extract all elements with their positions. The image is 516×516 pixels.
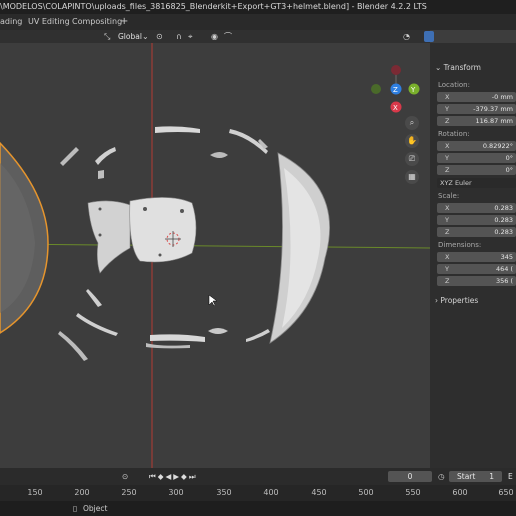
- timeline-ruler[interactable]: 150 200 250 300 350 400 450 500 550 600 …: [0, 485, 516, 501]
- transform-orientation-icon: ⤡: [104, 32, 111, 41]
- part-fragment: [210, 152, 228, 158]
- ruler-tick: 300: [168, 488, 184, 497]
- scale-y-field[interactable]: Y 0.283: [437, 215, 516, 225]
- window-title: \MODELOS\COLAPINTO\uploads_files_3816825…: [0, 2, 427, 11]
- dimensions-z-field[interactable]: Z 356 (: [437, 276, 516, 286]
- workspace-tabs: ading UV Editing Compositing +: [0, 14, 516, 30]
- transform-header[interactable]: ⌄ Transform: [435, 63, 481, 72]
- ruler-tick: 400: [263, 488, 279, 497]
- status-mode-text: Object: [83, 504, 108, 513]
- gizmo-neg-z: [391, 65, 401, 75]
- playback-controls[interactable]: ⏮◆◀▶◆⏭: [149, 468, 198, 485]
- ruler-tick: 450: [311, 488, 327, 497]
- part-fragment: [58, 331, 88, 361]
- gizmo-toggle-icon[interactable]: [424, 31, 434, 42]
- scale-x-field[interactable]: X 0.283: [437, 203, 516, 213]
- record-icon[interactable]: ⊙: [122, 468, 128, 485]
- window-title-bar: \MODELOS\COLAPINTO\uploads_files_3816825…: [0, 0, 516, 14]
- ruler-tick: 500: [358, 488, 374, 497]
- ruler-tick: 650: [498, 488, 514, 497]
- viewport-scene: Z Y X: [0, 43, 430, 468]
- pan-hand-icon[interactable]: ✋: [405, 134, 419, 148]
- gizmo-y-label: Y: [410, 86, 416, 94]
- viewport-header: ⤡ Global ⌄ ⊙ ∩ ⌖ ◉ ⌒ ◔: [0, 30, 434, 43]
- transform-orientation-dropdown[interactable]: Global: [118, 30, 142, 43]
- end-frame-field[interactable]: E: [508, 468, 513, 485]
- 3d-viewport[interactable]: Z Y X ⌕ ✋ ⎚ ▦: [0, 43, 430, 468]
- tab-uv-editing[interactable]: UV Editing: [28, 14, 70, 30]
- chevron-down-icon[interactable]: ⌄: [142, 30, 149, 43]
- ruler-tick: 550: [405, 488, 421, 497]
- add-workspace-button[interactable]: +: [120, 14, 128, 30]
- chevron-down-icon: ⌄: [435, 63, 444, 72]
- part-fragment: [76, 313, 118, 336]
- camera-view-icon[interactable]: ⎚: [405, 152, 419, 166]
- part-fragment: [95, 147, 116, 165]
- location-x-field[interactable]: X -0 mm: [437, 92, 516, 102]
- dimensions-y-field[interactable]: Y 464 (: [437, 264, 516, 274]
- pivot-point-icon[interactable]: ⊙: [156, 30, 163, 43]
- ruler-tick: 600: [452, 488, 468, 497]
- visibility-icon[interactable]: ◔: [403, 30, 410, 43]
- mouse-pointer: [208, 294, 218, 307]
- navigation-gizmo[interactable]: Z Y X: [371, 65, 420, 113]
- dimensions-label: Dimensions:: [438, 241, 482, 249]
- scale-z-field[interactable]: Z 0.283: [437, 227, 516, 237]
- start-frame-field[interactable]: Start 1: [449, 471, 502, 482]
- bottom-strip-2: [146, 343, 190, 349]
- part-fragment: [98, 170, 104, 179]
- part-fragment: [86, 289, 102, 307]
- visor-center-piece: [129, 197, 197, 263]
- gizmo-neg-y: [371, 84, 381, 94]
- rotation-y-field[interactable]: Y 0°: [437, 153, 516, 163]
- falloff-icon[interactable]: ⌒: [224, 30, 232, 43]
- proportional-edit-icon[interactable]: ◉: [211, 30, 218, 43]
- sidebar-properties: ⌄ Transform Location: X -0 mm Y -379.37 mm…: [430, 43, 516, 468]
- location-label: Location:: [438, 81, 470, 89]
- top-strip: [155, 126, 200, 133]
- clock-icon: ◷: [438, 472, 445, 481]
- rotation-label: Rotation:: [438, 130, 470, 138]
- y-axis-line: [0, 243, 430, 249]
- scale-label: Scale:: [438, 192, 460, 200]
- gizmo-x-label: X: [393, 104, 398, 112]
- status-bar: ▯ Object: [0, 501, 516, 516]
- tab-compositing[interactable]: Compositing: [72, 14, 122, 30]
- rotation-z-field[interactable]: Z 0°: [437, 165, 516, 175]
- ruler-tick: 200: [74, 488, 90, 497]
- location-z-field[interactable]: Z 116.87 mm: [437, 116, 516, 126]
- snap-target-icon[interactable]: ⌖: [188, 30, 193, 43]
- ruler-tick: 250: [121, 488, 137, 497]
- rotation-mode-dropdown[interactable]: XYZ Euler: [437, 178, 516, 188]
- part-fragment: [246, 329, 270, 342]
- bottom-strip: [150, 334, 205, 342]
- ruler-tick: 350: [216, 488, 232, 497]
- dimensions-x-field[interactable]: X 345: [437, 252, 516, 262]
- properties-header[interactable]: › Properties: [435, 296, 478, 305]
- part-fragment: [60, 147, 79, 166]
- rotation-x-field[interactable]: X 0.82922°: [437, 141, 516, 151]
- chin-guard: [87, 200, 131, 274]
- current-frame-field[interactable]: 0: [388, 471, 432, 482]
- location-y-field[interactable]: Y -379.37 mm: [437, 104, 516, 114]
- gizmo-z-label: Z: [393, 86, 398, 94]
- perspective-toggle-icon[interactable]: ▦: [405, 170, 419, 184]
- mouse-icon: ▯: [73, 504, 78, 513]
- tab-shading[interactable]: ading: [0, 14, 22, 30]
- zoom-icon[interactable]: ⌕: [405, 116, 419, 130]
- ruler-tick: 150: [27, 488, 43, 497]
- snap-icon[interactable]: ∩: [176, 30, 182, 43]
- timeline-header: ⊙ ⏮◆◀▶◆⏭ 0 ◷ Start 1 E: [0, 468, 516, 485]
- part-fragment: [208, 328, 228, 334]
